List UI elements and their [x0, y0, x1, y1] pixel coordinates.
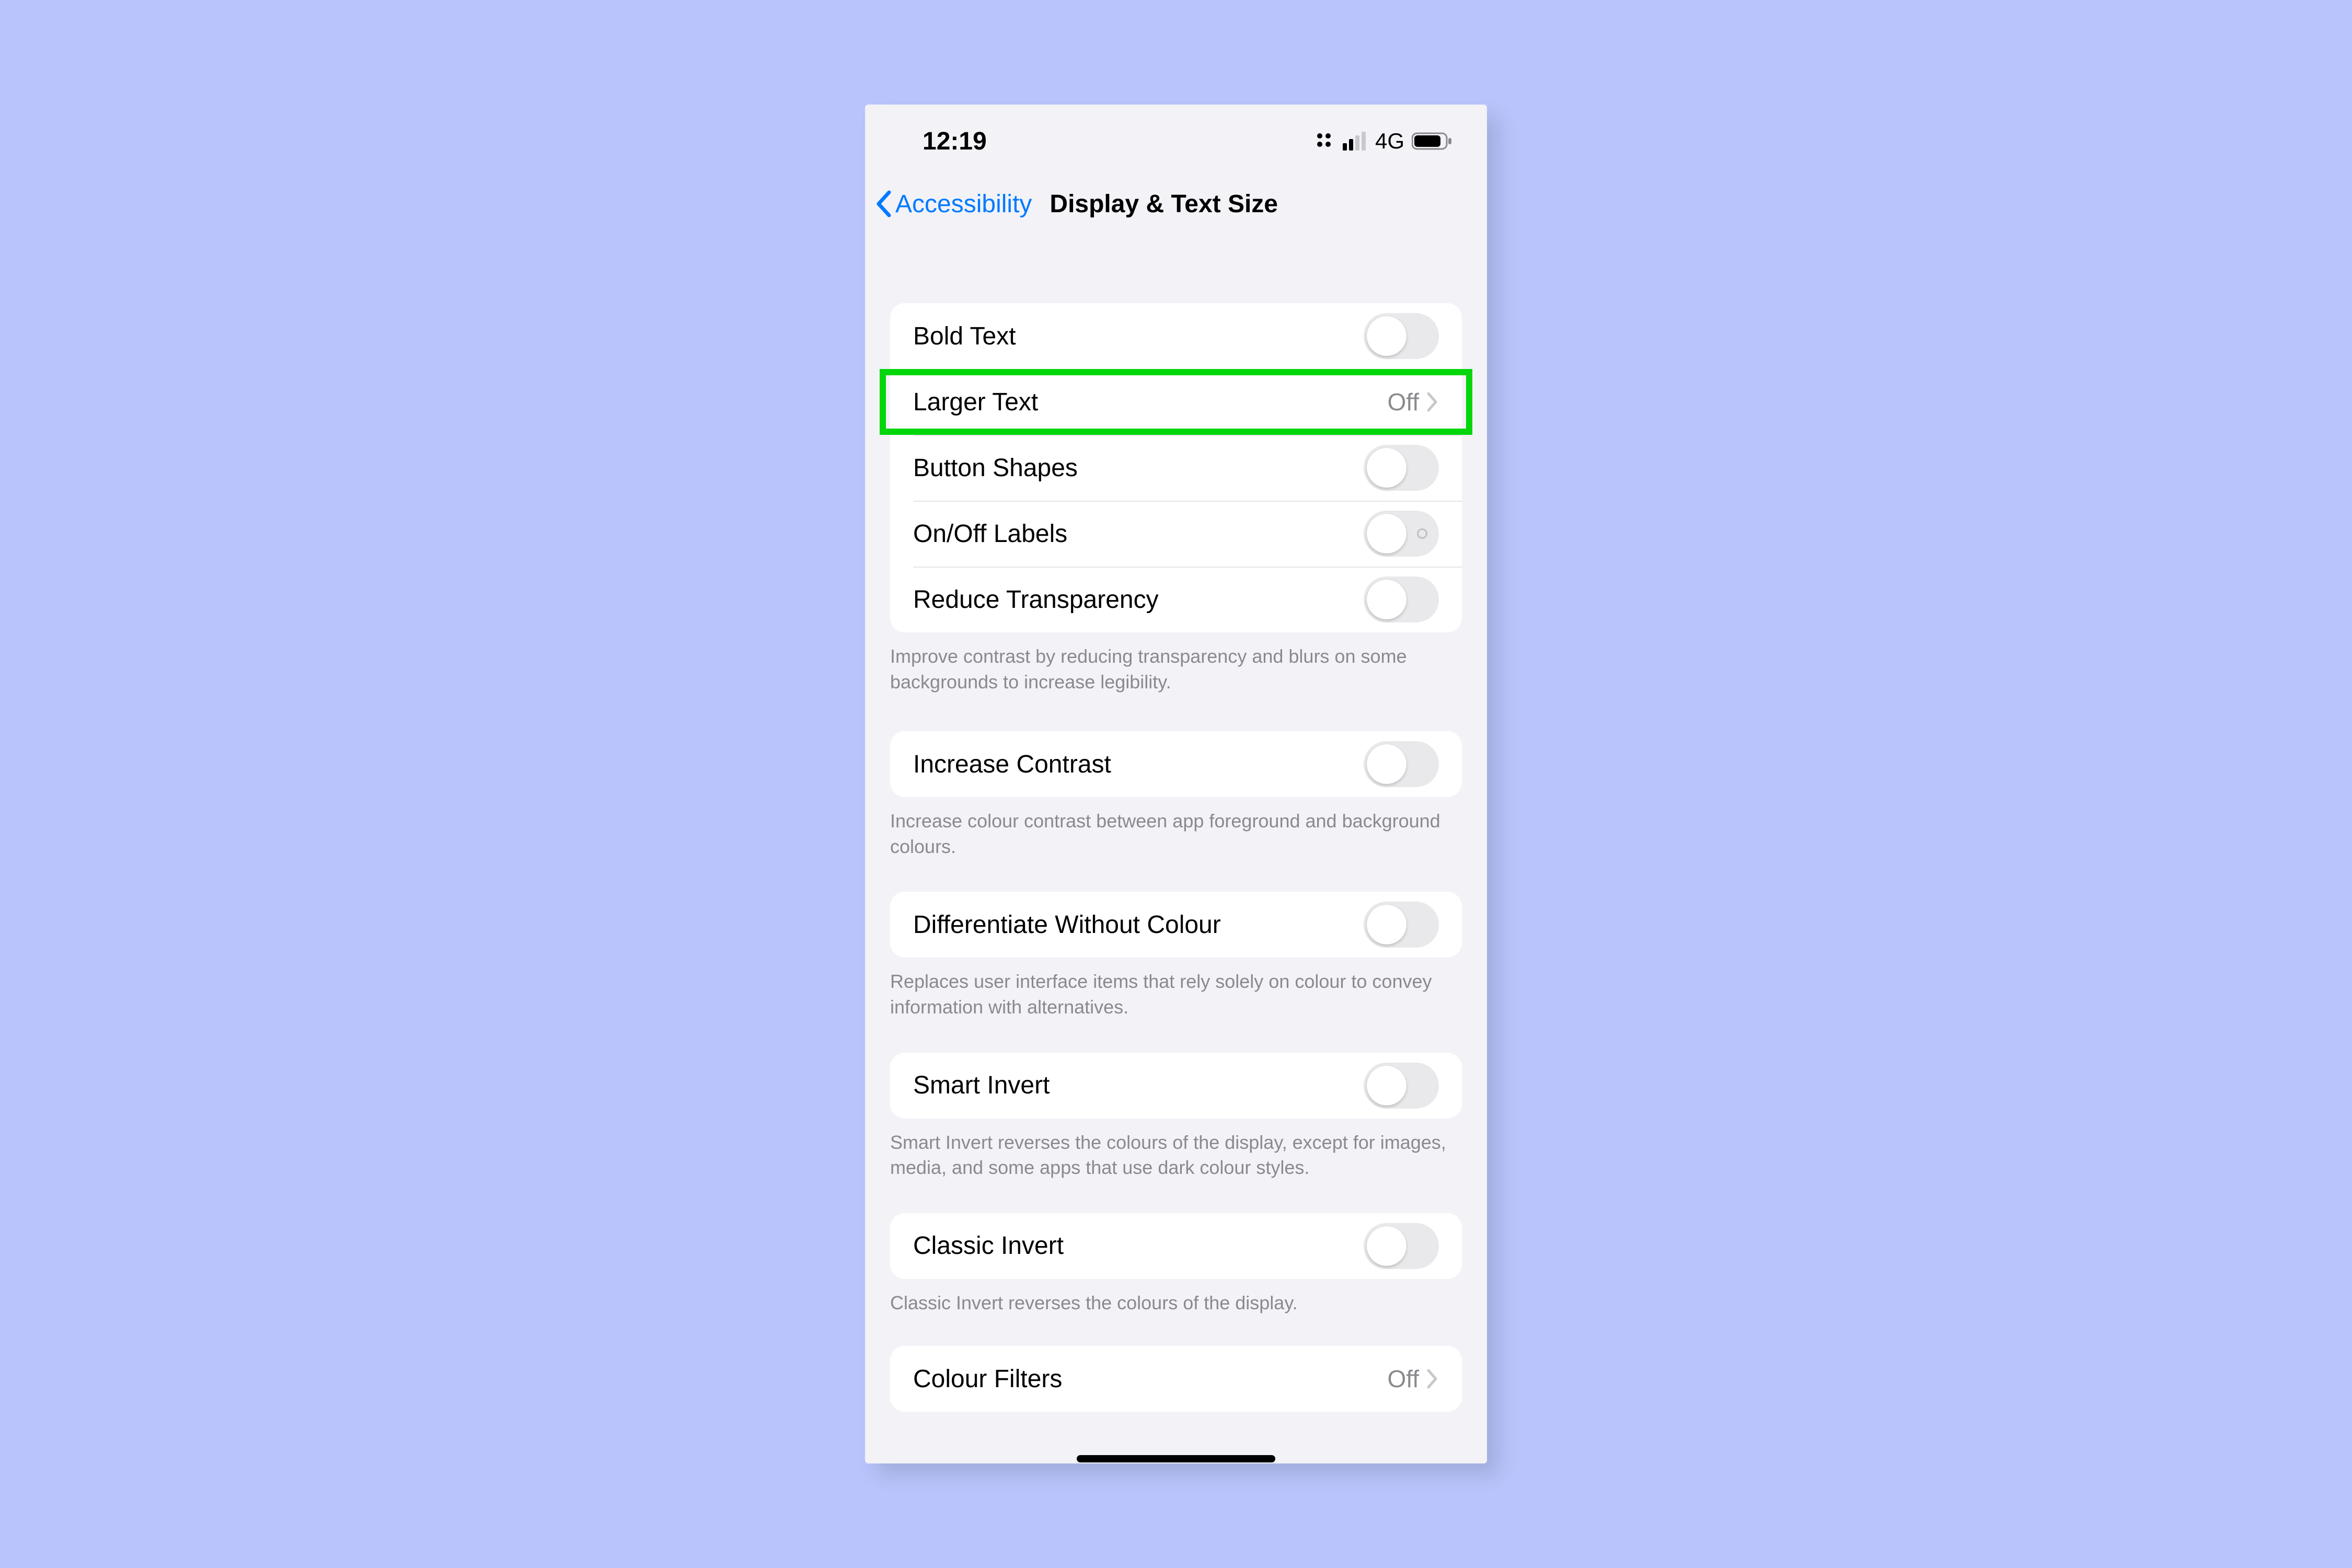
settings-group-classic-invert: Classic Invert	[890, 1213, 1462, 1279]
row-increase-contrast[interactable]: Increase Contrast	[890, 731, 1462, 797]
row-reduce-transparency[interactable]: Reduce Transparency	[890, 567, 1462, 632]
back-button[interactable]: Accessibility	[895, 190, 1032, 218]
footer-reduce-transparency: Improve contrast by reducing transparenc…	[865, 632, 1487, 695]
settings-group-differentiate: Differentiate Without Colour	[890, 892, 1462, 958]
nav-bar: Accessibility Display & Text Size	[865, 178, 1487, 230]
settings-group-smart-invert: Smart Invert	[890, 1053, 1462, 1119]
back-chevron-icon[interactable]	[874, 189, 893, 218]
app-switcher-dots-icon	[1315, 131, 1335, 152]
row-value: Off	[1387, 1365, 1419, 1393]
settings-group-text: Bold Text Larger Text Off Button Shapes …	[890, 303, 1462, 632]
toggle-differentiate[interactable]	[1364, 902, 1439, 948]
cellular-signal-icon	[1343, 132, 1368, 151]
page-title: Display & Text Size	[1050, 190, 1278, 218]
home-indicator[interactable]	[1077, 1455, 1275, 1462]
row-label: Bold Text	[913, 322, 1364, 351]
battery-icon	[1412, 132, 1452, 151]
row-classic-invert[interactable]: Classic Invert	[890, 1213, 1462, 1279]
toggle-increase-contrast[interactable]	[1364, 741, 1439, 787]
toggle-smart-invert[interactable]	[1364, 1063, 1439, 1109]
row-label: Reduce Transparency	[913, 585, 1364, 614]
row-label: On/Off Labels	[913, 520, 1364, 548]
status-time: 12:19	[923, 127, 987, 156]
network-type: 4G	[1375, 129, 1404, 154]
row-label: Increase Contrast	[913, 750, 1364, 779]
settings-group-colour-filters: Colour Filters Off	[890, 1346, 1462, 1412]
row-label: Colour Filters	[913, 1365, 1387, 1393]
chevron-right-icon	[1426, 391, 1439, 412]
row-colour-filters[interactable]: Colour Filters Off	[890, 1346, 1462, 1412]
toggle-classic-invert[interactable]	[1364, 1223, 1439, 1269]
row-differentiate-without-colour[interactable]: Differentiate Without Colour	[890, 892, 1462, 958]
row-value: Off	[1387, 388, 1419, 416]
phone-screen: 12:19 4G	[865, 105, 1487, 1463]
row-smart-invert[interactable]: Smart Invert	[890, 1053, 1462, 1119]
footer-smart-invert: Smart Invert reverses the colours of the…	[865, 1119, 1487, 1181]
settings-group-contrast: Increase Contrast	[890, 731, 1462, 797]
status-bar: 12:19 4G	[865, 105, 1487, 178]
row-label: Larger Text	[913, 388, 1387, 417]
chevron-right-icon	[1426, 1368, 1439, 1389]
toggle-on-off-labels[interactable]	[1364, 511, 1439, 557]
row-bold-text[interactable]: Bold Text	[890, 303, 1462, 369]
toggle-bold-text[interactable]	[1364, 313, 1439, 359]
footer-differentiate: Replaces user interface items that rely …	[865, 958, 1487, 1020]
footer-increase-contrast: Increase colour contrast between app for…	[865, 797, 1487, 859]
row-label: Differentiate Without Colour	[913, 910, 1364, 939]
row-on-off-labels[interactable]: On/Off Labels	[890, 501, 1462, 567]
row-label: Button Shapes	[913, 454, 1364, 482]
row-button-shapes[interactable]: Button Shapes	[890, 435, 1462, 501]
toggle-button-shapes[interactable]	[1364, 445, 1439, 491]
row-larger-text[interactable]: Larger Text Off	[890, 369, 1462, 435]
row-label: Smart Invert	[913, 1071, 1364, 1100]
status-right: 4G	[1315, 129, 1452, 154]
row-label: Classic Invert	[913, 1231, 1364, 1260]
toggle-reduce-transparency[interactable]	[1364, 577, 1439, 622]
footer-classic-invert: Classic Invert reverses the colours of t…	[865, 1279, 1487, 1316]
